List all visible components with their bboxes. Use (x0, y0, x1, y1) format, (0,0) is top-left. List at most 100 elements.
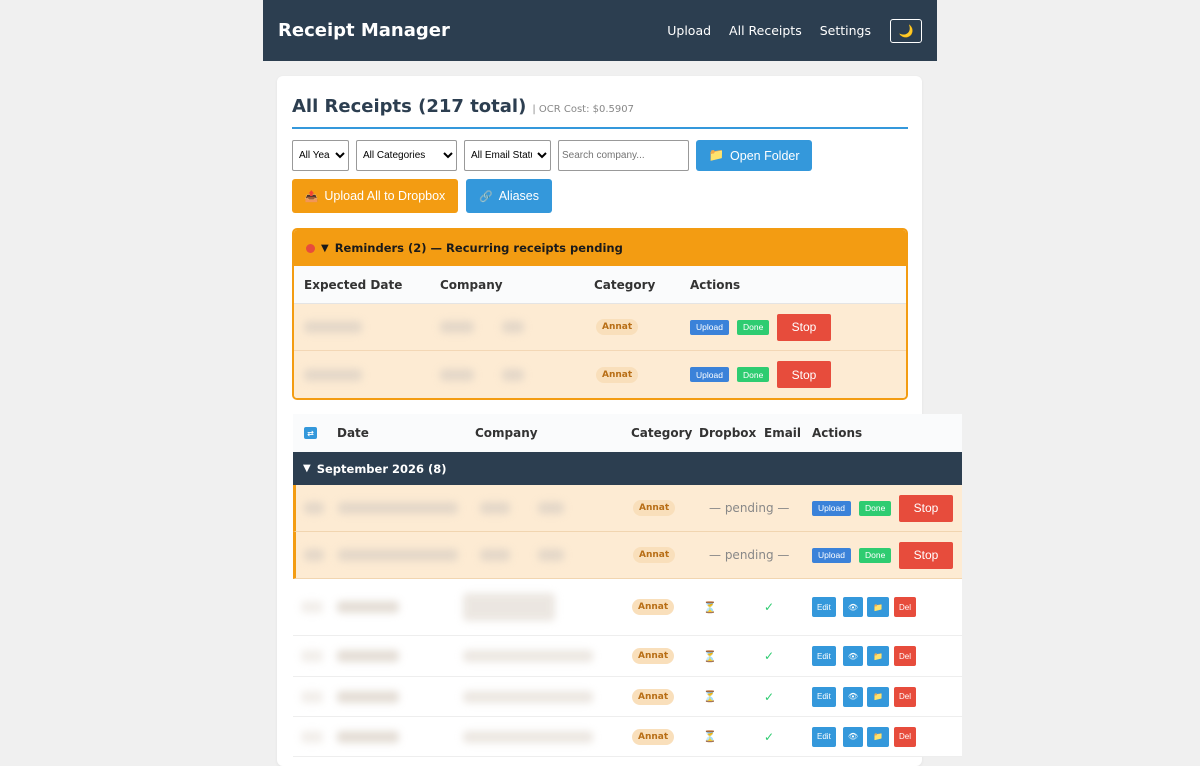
app-brand[interactable]: Receipt Manager (278, 20, 667, 41)
done-button[interactable]: Done (859, 547, 892, 563)
edit-button[interactable]: Edit (812, 726, 836, 747)
redacted-checkbox (304, 502, 324, 514)
pending-status: — pending — (709, 548, 790, 562)
top-navbar: Receipt Manager Upload All Receipts Sett… (263, 0, 937, 61)
redacted-checkbox (301, 730, 323, 743)
redacted-date (337, 601, 399, 613)
col-dropbox[interactable]: Dropbox (699, 426, 756, 440)
nav-all-receipts-link[interactable]: All Receipts (729, 23, 802, 38)
view-eye-icon[interactable]: 👁 (843, 597, 863, 617)
done-button[interactable]: Done (859, 500, 892, 516)
col-company[interactable]: Company (475, 426, 538, 440)
redacted-date (337, 730, 399, 743)
stop-button[interactable]: Stop (777, 361, 831, 388)
link-icon: 🔗 (479, 190, 493, 203)
redacted-date (338, 502, 458, 514)
main-nav: Upload All Receipts Settings 🌙 (667, 18, 922, 43)
done-button[interactable]: Done (737, 319, 770, 335)
delete-button[interactable]: Del (894, 597, 917, 617)
hourglass-icon: ⏳ (703, 600, 717, 614)
redacted-company (463, 690, 593, 703)
edit-button[interactable]: Edit (812, 686, 836, 707)
table-row[interactable]: Annat ⏳ ✓ Edit 👁 📁 Del (293, 636, 962, 677)
page-title: All Receipts (217 total) (292, 96, 527, 117)
redacted-company (440, 321, 474, 333)
category-badge: Annat (632, 599, 675, 615)
redacted-company-extra (502, 321, 524, 333)
folder-icon[interactable]: 📁 (867, 726, 889, 747)
col-category[interactable]: Category (631, 426, 692, 440)
redacted-date (304, 368, 362, 381)
reminder-row: Annat Upload Done Stop (294, 304, 906, 351)
stop-button[interactable]: Stop (777, 313, 831, 341)
done-button[interactable]: Done (737, 367, 770, 382)
delete-button[interactable]: Del (894, 726, 917, 747)
action-bar: 📤 Upload All to Dropbox 🔗 Aliases (292, 179, 552, 213)
year-select[interactable]: All Years (292, 140, 349, 171)
check-icon: ✓ (764, 649, 775, 663)
folder-icon: 📁 (708, 148, 725, 162)
col-date[interactable]: Date (337, 426, 369, 440)
edit-button[interactable]: Edit (812, 646, 836, 666)
page-header: All Receipts (217 total) | OCR Cost: $0.… (292, 96, 908, 129)
check-icon: ✓ (764, 689, 775, 704)
stop-button[interactable]: Stop (899, 494, 953, 522)
reminders-header[interactable]: ▼ Reminders (2) — Recurring receipts pen… (294, 230, 906, 266)
hourglass-icon: ⏳ (703, 730, 717, 743)
redacted-date (338, 549, 458, 561)
table-row[interactable]: Annat ⏳ ✓ Edit 👁 📁 Del (293, 717, 962, 757)
upload-button[interactable]: Upload (812, 547, 851, 563)
folder-icon[interactable]: 📁 (867, 597, 889, 617)
email-status-select[interactable]: All Email Status (464, 140, 551, 171)
col-actions: Actions (690, 277, 741, 292)
redacted-company (440, 368, 474, 381)
redacted-checkbox (304, 549, 324, 561)
category-badge: Annat (632, 688, 675, 705)
category-select[interactable]: All Categories (356, 140, 457, 171)
pending-row: Annat — pending — Upload Done Stop (293, 485, 962, 532)
col-category: Category (594, 277, 656, 292)
view-eye-icon[interactable]: 👁 (843, 686, 863, 707)
folder-icon[interactable]: 📁 (867, 686, 889, 707)
check-icon: ✓ (764, 729, 775, 744)
table-row[interactable]: Annat ⏳ ✓ Edit 👁 📁 Del (293, 677, 962, 717)
alert-dot-icon (306, 243, 315, 253)
category-badge: Annat (596, 366, 639, 383)
redacted-date (337, 650, 399, 662)
upload-all-dropbox-button[interactable]: 📤 Upload All to Dropbox (292, 179, 458, 213)
theme-toggle-button[interactable]: 🌙 (890, 18, 922, 43)
redacted-company (463, 730, 593, 743)
open-folder-button[interactable]: 📁 Open Folder (696, 140, 812, 171)
col-email[interactable]: Email (764, 426, 801, 440)
collapse-triangle-icon: ▼ (303, 463, 311, 474)
view-eye-icon[interactable]: 👁 (843, 646, 863, 666)
company-search-input[interactable] (558, 140, 689, 171)
stop-button[interactable]: Stop (899, 541, 953, 569)
table-row[interactable]: Annat ⏳ ✓ Edit 👁 📁 Del (293, 579, 962, 636)
aliases-button[interactable]: 🔗 Aliases (466, 179, 552, 213)
sync-icon[interactable]: ⇄ (304, 427, 317, 439)
category-badge: Annat (633, 500, 676, 516)
delete-button[interactable]: Del (894, 646, 917, 666)
upload-button[interactable]: Upload (690, 367, 729, 382)
upload-button[interactable]: Upload (812, 500, 851, 516)
upload-button[interactable]: Upload (690, 319, 729, 335)
redacted-checkbox (301, 601, 323, 613)
reminders-column-header: Expected Date Company Category Actions (294, 266, 906, 304)
edit-button[interactable]: Edit (812, 597, 836, 617)
collapse-triangle-icon: ▼ (321, 242, 329, 254)
view-eye-icon[interactable]: 👁 (843, 726, 863, 747)
hourglass-icon: ⏳ (703, 649, 717, 663)
category-badge: Annat (633, 547, 676, 563)
month-group-header[interactable]: ▼ September 2026 (8) (293, 452, 962, 485)
receipts-table: ⇄ Date Company Category Dropbox Email Ac… (293, 414, 962, 757)
nav-settings-link[interactable]: Settings (820, 23, 871, 38)
col-company: Company (440, 277, 503, 292)
folder-icon[interactable]: 📁 (867, 646, 889, 666)
redacted-company (463, 593, 555, 621)
table-header: ⇄ Date Company Category Dropbox Email Ac… (293, 414, 962, 452)
redacted-company (463, 650, 593, 662)
redacted-company-extra (538, 549, 564, 561)
nav-upload-link[interactable]: Upload (667, 23, 711, 38)
delete-button[interactable]: Del (894, 686, 917, 707)
